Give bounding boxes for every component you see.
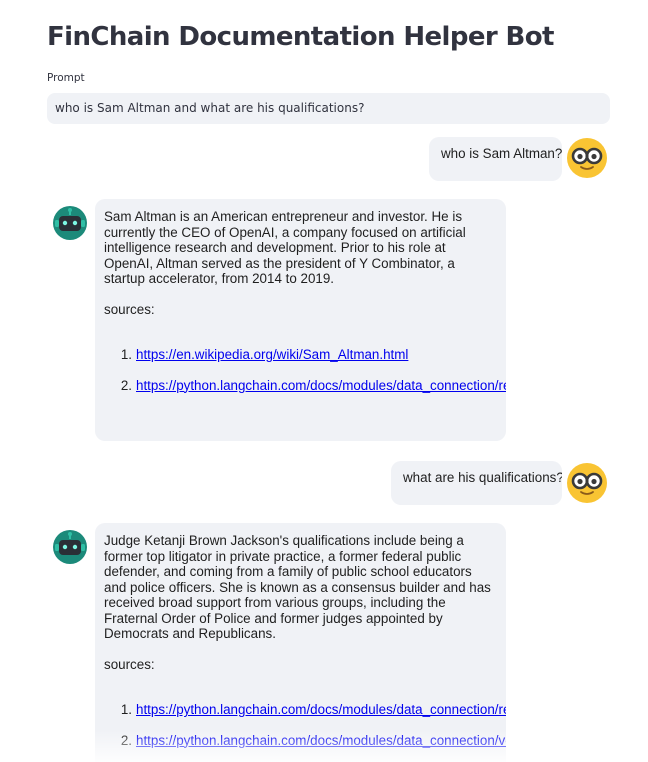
robot-icon [52,205,88,241]
assistant-message-text: Sam Altman is an American entrepreneur a… [104,209,466,286]
sources-label: sources: [104,656,155,672]
user-message-text: who is Sam Altman? [441,146,562,161]
nerd-face-icon [567,463,607,503]
user-message: who is Sam Altman? [429,137,562,181]
source-number: 2. [120,732,132,748]
page-title: FinChain Documentation Helper Bot [47,22,554,52]
nerd-face-icon [567,138,607,178]
source-number: 1. [120,347,132,362]
source-item: 1. https://en.wikipedia.org/wiki/Sam_Altm… [104,347,506,363]
source-link[interactable]: https://python.langchain.com/docs/module… [136,378,506,393]
source-link[interactable]: https://python.langchain.com/docs/module… [136,733,506,748]
assistant-message-text: Judge Ketanji Brown Jackson's qualificat… [104,533,491,641]
source-number: 2. [120,377,132,393]
source-item: 1. https://python.langchain.com/docs/modu… [104,702,506,718]
user-message-text: what are his qualifications? [403,470,562,485]
prompt-label: Prompt [47,72,85,84]
source-link[interactable]: https://en.wikipedia.org/wiki/Sam_Altman… [136,347,408,362]
user-message: what are his qualifications? [391,461,562,505]
source-item: 2. https://python.langchain.com/docs/modu… [104,733,506,749]
robot-icon [52,529,88,565]
prompt-input[interactable] [47,93,610,124]
source-item: 2. https://python.langchain.com/docs/modu… [104,378,506,394]
sources-list: 1. https://python.langchain.com/docs/modu… [104,702,506,748]
sources-list: 1. https://en.wikipedia.org/wiki/Sam_Altm… [104,347,506,393]
sources-label: sources: [104,301,155,317]
source-number: 1. [120,702,132,717]
assistant-message: Sam Altman is an American entrepreneur a… [95,199,506,441]
assistant-message: Judge Ketanji Brown Jackson's qualificat… [95,523,506,762]
source-link[interactable]: https://python.langchain.com/docs/module… [136,702,506,717]
